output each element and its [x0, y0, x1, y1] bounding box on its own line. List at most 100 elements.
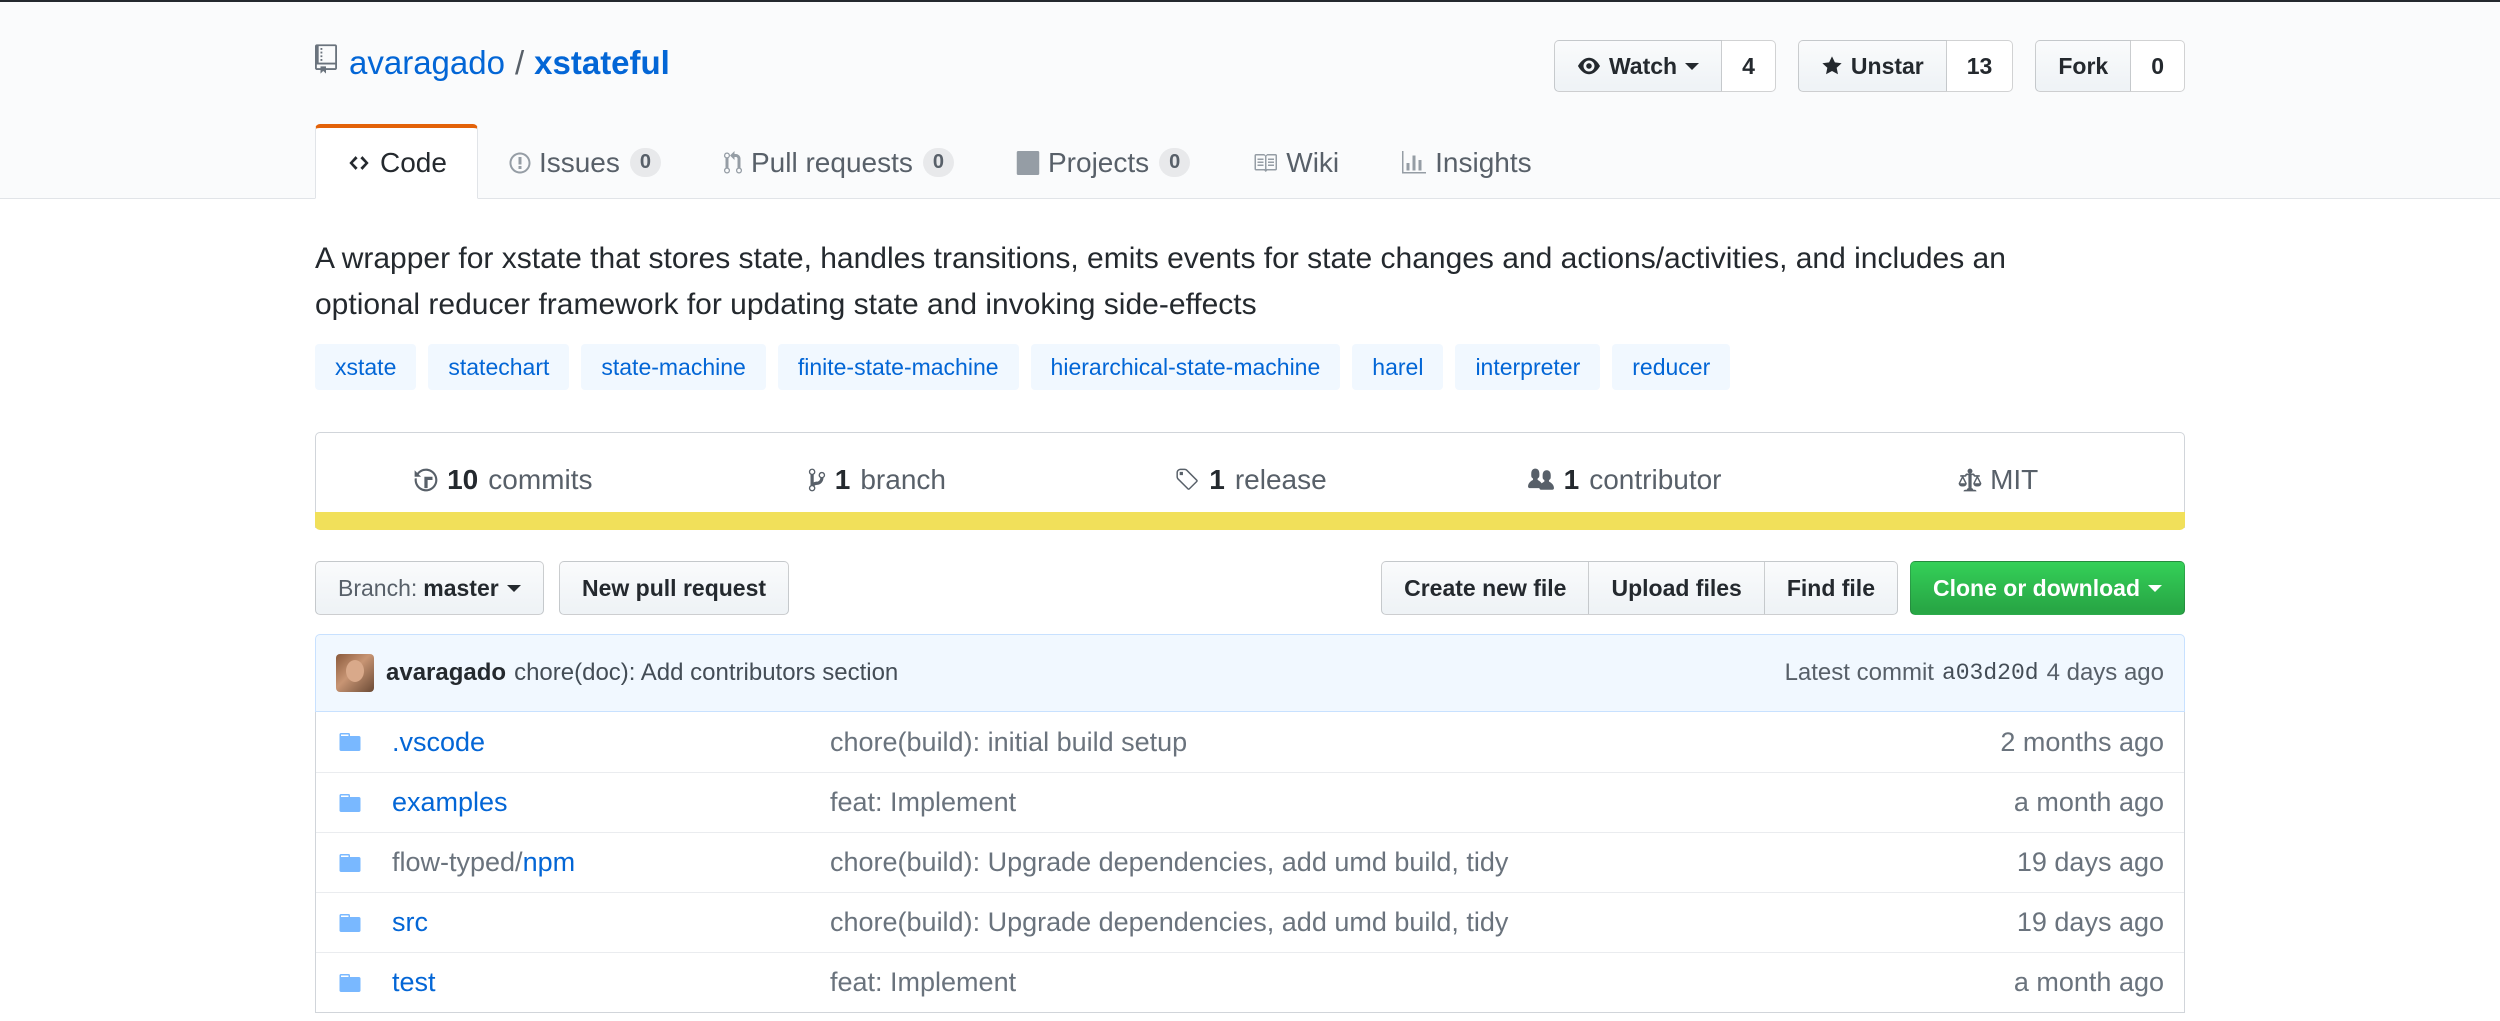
branch-label: branch [860, 464, 946, 495]
topic-tag[interactable]: hierarchical-state-machine [1030, 344, 1341, 390]
tab-projects[interactable]: Projects 0 [985, 124, 1221, 199]
create-new-file-button[interactable]: Create new file [1381, 561, 1590, 615]
project-icon [1016, 150, 1040, 175]
topic-tag[interactable]: reducer [1612, 344, 1731, 390]
repo-actions: Watch 4 Unstar 13 Fork 0 [1553, 40, 2185, 92]
watch-label: Watch [1608, 52, 1678, 79]
folder-icon [316, 730, 392, 754]
new-pull-request-button[interactable]: New pull request [559, 561, 790, 615]
branch-name: master [423, 574, 499, 601]
file-button-group: Create new file Upload files Find file [1381, 561, 1898, 615]
language-bar[interactable] [315, 512, 2185, 530]
watch-button[interactable]: Watch [1553, 40, 1723, 92]
law-icon [1958, 468, 1982, 492]
contributor-count: 1 [1563, 464, 1580, 495]
topic-tag[interactable]: statechart [428, 344, 570, 390]
repo-nav-tabs: Code Issues 0 Pull requests 0 Projects 0… [315, 124, 1563, 199]
file-commit-message[interactable]: chore(build): initial build setup [830, 727, 2000, 758]
pull-requests-counter: 0 [922, 148, 954, 177]
release-count: 1 [1209, 464, 1225, 495]
branch-select-button[interactable]: Branch: master [315, 561, 544, 615]
fork-button[interactable]: Fork [2035, 40, 2132, 92]
table-row: flow-typed/npm chore(build): Upgrade dep… [316, 832, 2184, 892]
branch-icon [808, 468, 825, 492]
fork-group: Fork 0 [2035, 40, 2185, 92]
clone-label: Clone or download [1933, 574, 2140, 601]
issues-counter: 0 [629, 148, 661, 177]
upload-files-button[interactable]: Upload files [1588, 561, 1765, 615]
file-commit-message[interactable]: feat: Implement [830, 967, 2014, 998]
repo-header: avaragado / xstateful Watch 4 Unstar 13 [0, 2, 2500, 199]
folder-icon [316, 791, 392, 815]
branch-count: 1 [834, 464, 851, 495]
tag-icon [1176, 468, 1198, 490]
table-row: test feat: Implement a month ago [316, 952, 2184, 1012]
file-age: 19 days ago [2016, 847, 2164, 877]
file-navigation: Branch: master New pull request Create n… [315, 561, 2185, 615]
book-icon [1254, 153, 1278, 172]
commit-age: 4 days ago [2046, 659, 2164, 686]
license-label: MIT [1990, 464, 2039, 495]
issue-icon [509, 152, 531, 173]
repo-description: A wrapper for xstate that stores state, … [315, 242, 2006, 321]
table-row: .vscode chore(build): initial build setu… [316, 712, 2184, 772]
file-name-link[interactable]: npm [523, 847, 576, 877]
watch-count[interactable]: 4 [1722, 40, 1776, 92]
tab-insights-label: Insights [1435, 146, 1532, 178]
file-path-prefix: flow-typed/ [392, 847, 523, 877]
history-icon [414, 468, 438, 492]
tab-code[interactable]: Code [315, 124, 478, 199]
tab-issues[interactable]: Issues 0 [478, 124, 692, 199]
chevron-down-icon [2148, 584, 2162, 592]
commits-label: commits [488, 464, 593, 495]
file-name-link[interactable]: test [392, 967, 436, 997]
path-separator: / [514, 44, 525, 81]
topic-tag[interactable]: finite-state-machine [777, 344, 1019, 390]
file-name-link[interactable]: .vscode [392, 727, 485, 757]
projects-counter: 0 [1159, 148, 1191, 177]
folder-icon [316, 911, 392, 935]
clone-or-download-button[interactable]: Clone or download [1910, 561, 2185, 615]
latest-commit-bar: avaragado chore(doc): Add contributors s… [315, 634, 2185, 712]
tab-insights[interactable]: Insights [1370, 124, 1563, 199]
star-icon [1822, 56, 1842, 75]
repo-owner-link[interactable]: avaragado [349, 44, 505, 82]
fork-label: Fork [2058, 52, 2109, 79]
topic-tag[interactable]: xstate [315, 344, 417, 390]
chevron-down-icon [506, 584, 521, 592]
tab-issues-label: Issues [538, 146, 620, 178]
folder-icon [316, 971, 392, 995]
tab-projects-label: Projects [1048, 146, 1150, 178]
commit-sha-link[interactable]: a03d20d [1942, 660, 2039, 686]
star-count[interactable]: 13 [1946, 40, 2014, 92]
commit-message-link[interactable]: chore(doc): Add contributors section [514, 659, 898, 687]
tab-code-label: Code [380, 147, 447, 178]
tab-pull-requests[interactable]: Pull requests 0 [692, 124, 985, 199]
commit-author-link[interactable]: avaragado [386, 659, 506, 687]
avatar[interactable] [336, 654, 374, 692]
repo-title: avaragado / xstateful [315, 44, 670, 82]
repo-name-link[interactable]: xstateful [534, 44, 670, 82]
unstar-button[interactable]: Unstar [1797, 40, 1947, 92]
file-name-link[interactable]: examples [392, 787, 508, 817]
file-list: .vscode chore(build): initial build setu… [315, 712, 2185, 1013]
chevron-down-icon [1685, 62, 1700, 70]
contributor-label: contributor [1589, 464, 1722, 495]
commits-count: 10 [447, 464, 479, 495]
release-label: release [1234, 464, 1327, 495]
find-file-button[interactable]: Find file [1763, 561, 1898, 615]
unstar-label: Unstar [1850, 52, 1924, 79]
file-commit-message[interactable]: feat: Implement [830, 787, 2014, 818]
file-name-link[interactable]: src [392, 907, 428, 937]
topic-list: xstate statechart state-machine finite-s… [315, 344, 1731, 390]
file-commit-message[interactable]: chore(build): Upgrade dependencies, add … [830, 907, 2017, 938]
topic-tag[interactable]: harel [1352, 344, 1444, 390]
topic-tag[interactable]: interpreter [1455, 344, 1601, 390]
star-group: Unstar 13 [1797, 40, 2014, 92]
repo-icon [315, 44, 337, 82]
tab-wiki[interactable]: Wiki [1221, 124, 1370, 199]
file-commit-message[interactable]: chore(build): Upgrade dependencies, add … [830, 847, 2017, 878]
fork-count[interactable]: 0 [2131, 40, 2185, 92]
folder-icon [316, 851, 392, 875]
topic-tag[interactable]: state-machine [581, 344, 766, 390]
